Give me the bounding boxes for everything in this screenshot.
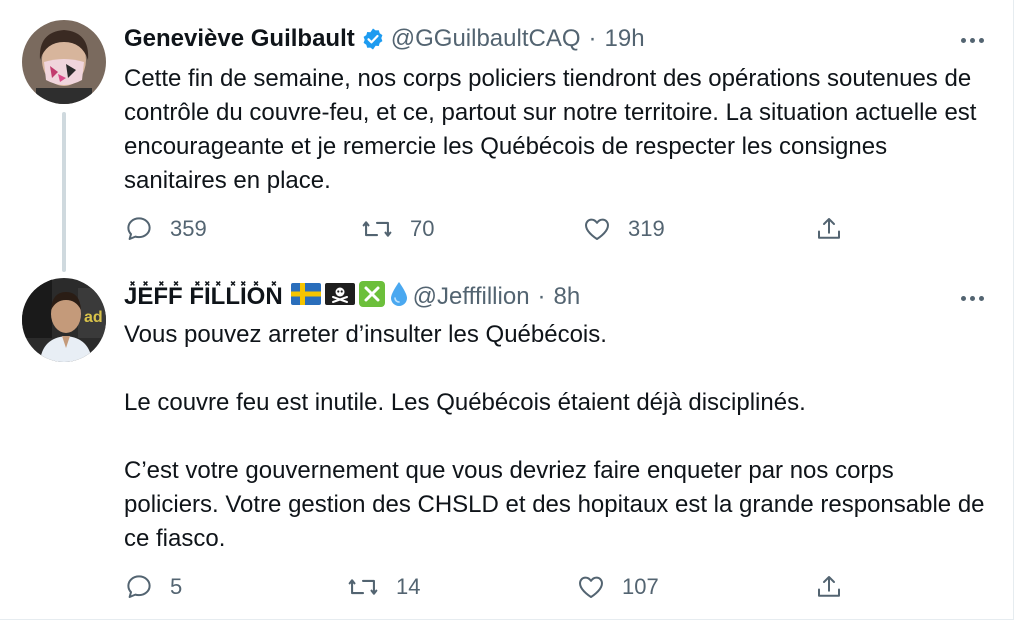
tweet-actions: 5 14 107: [124, 569, 844, 605]
reply-button[interactable]: 5: [124, 569, 182, 605]
timestamp[interactable]: 19h: [605, 25, 645, 53]
tweet-actions: 359 70 319: [124, 211, 844, 247]
reply-button[interactable]: 359: [124, 211, 207, 247]
retweet-button[interactable]: 70: [360, 211, 434, 247]
droplet-icon: [389, 281, 409, 314]
author-handle[interactable]: @GGuilbaultCAQ: [391, 25, 581, 53]
tweet-thread: Geneviève Guilbault @GGuilbaultCAQ · 19h…: [0, 0, 1014, 620]
separator-dot: ·: [588, 25, 597, 52]
cross-mark-icon: [358, 280, 385, 314]
svg-text:ad: ad: [84, 309, 103, 326]
reply-icon: [127, 217, 151, 240]
share-button[interactable]: [814, 569, 860, 605]
author-name[interactable]: J̽E̽F̽F̽ F̽I̽L̽L̽I̽O̽N̽: [124, 283, 283, 311]
name-emojis: [290, 280, 413, 314]
tweet-header: Geneviève Guilbault @GGuilbaultCAQ · 19h: [124, 22, 645, 56]
avatar[interactable]: ad: [22, 278, 106, 362]
thread-line: [62, 112, 66, 272]
like-button[interactable]: 319: [582, 211, 665, 247]
heart-icon: [585, 218, 609, 240]
heart-icon: [579, 576, 603, 598]
timestamp[interactable]: 8h: [554, 283, 581, 311]
tweet-header: J̽E̽F̽F̽ F̽I̽L̽L̽I̽O̽N̽ @Jefffillion · 8…: [124, 280, 580, 314]
reply-icon: [127, 575, 151, 598]
like-button[interactable]: 107: [576, 569, 659, 605]
like-count: 319: [628, 216, 665, 241]
reply-count: 359: [170, 216, 207, 241]
separator-dot: ·: [537, 283, 546, 310]
tweet-text: Vous pouvez arreter d’insulter les Québé…: [124, 321, 985, 552]
share-button[interactable]: [814, 211, 860, 247]
retweet-count: 14: [396, 574, 421, 599]
more-options-icon[interactable]: [952, 28, 992, 52]
like-count: 107: [622, 574, 659, 599]
retweet-icon: [362, 221, 392, 237]
avatar[interactable]: [22, 20, 106, 104]
sweden-flag-icon: [290, 282, 321, 312]
retweet-icon: [348, 579, 378, 595]
tweet-text: Cette fin de semaine, nos corps policier…: [124, 65, 984, 194]
share-icon: [818, 218, 840, 239]
retweet-button[interactable]: 14: [346, 569, 420, 605]
more-options-icon[interactable]: [952, 286, 992, 310]
reply-count: 5: [170, 574, 183, 599]
verified-badge-icon: [361, 27, 385, 51]
author-handle[interactable]: @Jefffillion: [413, 283, 530, 311]
pirate-flag-icon: [324, 282, 355, 312]
retweet-count: 70: [410, 216, 435, 241]
author-name[interactable]: Geneviève Guilbault: [124, 25, 355, 53]
share-icon: [818, 576, 840, 597]
